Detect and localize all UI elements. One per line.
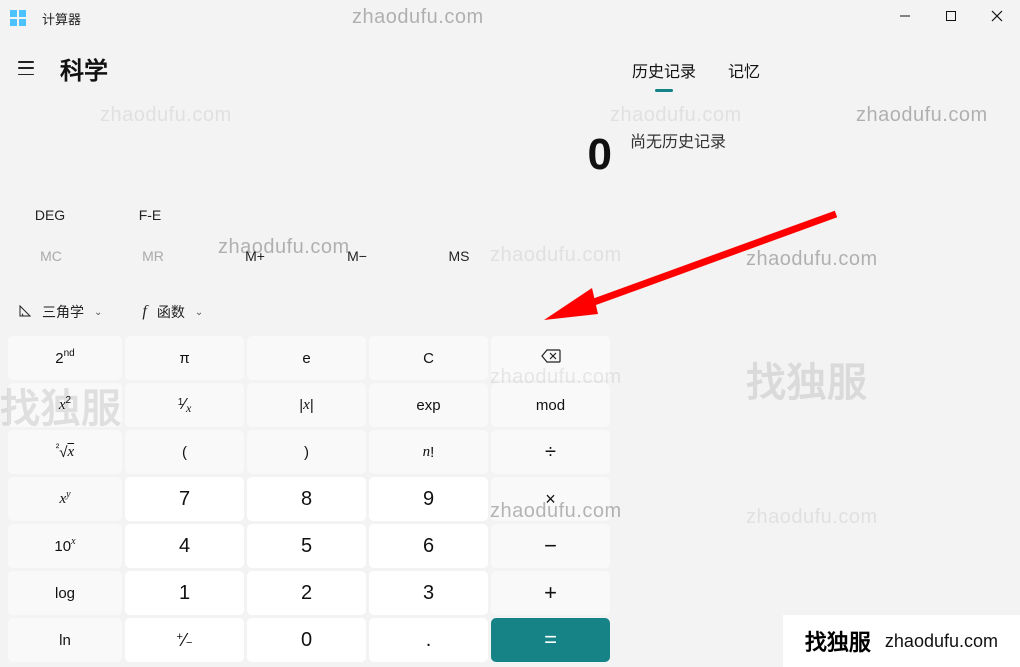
function-icon: f xyxy=(142,303,146,321)
right-panel-tabs: 历史记录 记忆 xyxy=(630,52,1010,88)
ms-button[interactable]: MS xyxy=(408,236,510,276)
digit-7-button[interactable]: 7 xyxy=(125,477,244,521)
mod-button[interactable]: mod xyxy=(491,383,610,427)
pi-button[interactable]: π xyxy=(125,336,244,380)
minimize-button[interactable] xyxy=(882,0,928,32)
window-title: 计算器 xyxy=(42,9,81,28)
exp-button[interactable]: exp xyxy=(369,383,488,427)
digit-9-button[interactable]: 9 xyxy=(369,477,488,521)
result-display: 0 xyxy=(552,130,612,180)
angle-icon xyxy=(18,304,32,321)
app-icon xyxy=(10,10,26,26)
tab-history[interactable]: 历史记录 xyxy=(630,52,698,88)
backspace-icon xyxy=(541,349,561,367)
abs-button[interactable]: |x| xyxy=(247,383,366,427)
negate-button[interactable]: +⁄− xyxy=(125,618,244,662)
reciprocal-button[interactable]: 1⁄x xyxy=(125,383,244,427)
subtract-button[interactable]: − xyxy=(491,524,610,568)
backspace-button[interactable] xyxy=(491,336,610,380)
rparen-button[interactable]: ) xyxy=(247,430,366,474)
keypad: 2nd π e C x2 1⁄x |x| exp mod ²√x ( ) n! … xyxy=(8,336,616,662)
mr-button[interactable]: MR xyxy=(102,236,204,276)
memory-row: MC MR M+ M− MS xyxy=(0,236,616,276)
watermark-brand: 找独服 xyxy=(746,350,868,408)
digit-0-button[interactable]: 0 xyxy=(247,618,366,662)
trig-dropdown[interactable]: 三角学 ⌄ xyxy=(10,298,110,326)
digit-4-button[interactable]: 4 xyxy=(125,524,244,568)
digit-8-button[interactable]: 8 xyxy=(247,477,366,521)
chevron-down-icon: ⌄ xyxy=(94,307,102,318)
title-bar: 计算器 xyxy=(0,0,1020,36)
function-label: 函数 xyxy=(157,302,185,322)
angle-mode-row: DEG F-E xyxy=(0,196,616,234)
brand-box: 找独服 zhaodufu.com xyxy=(783,615,1020,667)
deg-button[interactable]: DEG xyxy=(0,196,100,234)
factorial-button[interactable]: n! xyxy=(369,430,488,474)
tab-memory[interactable]: 记忆 xyxy=(726,52,762,88)
add-button[interactable]: + xyxy=(491,571,610,615)
sqrt-button[interactable]: ²√x xyxy=(8,430,122,474)
right-panel: 历史记录 记忆 尚无历史记录 xyxy=(630,52,1010,152)
digit-3-button[interactable]: 3 xyxy=(369,571,488,615)
log-button[interactable]: log xyxy=(8,571,122,615)
lparen-button[interactable]: ( xyxy=(125,430,244,474)
chevron-down-icon: ⌄ xyxy=(195,307,203,318)
window-controls xyxy=(882,0,1020,32)
close-button[interactable] xyxy=(974,0,1020,32)
fe-button[interactable]: F-E xyxy=(100,196,200,234)
expression-display xyxy=(412,100,612,118)
hamburger-icon[interactable] xyxy=(18,58,38,78)
digit-6-button[interactable]: 6 xyxy=(369,524,488,568)
watermark: zhaodufu.com xyxy=(100,104,232,127)
brand-cn: 找独服 xyxy=(805,625,871,657)
mplus-button[interactable]: M+ xyxy=(204,236,306,276)
history-empty-message: 尚无历史记录 xyxy=(630,128,1010,152)
decimal-button[interactable]: . xyxy=(369,618,488,662)
watermark: zhaodufu.com xyxy=(746,506,878,529)
function-dropdowns: 三角学 ⌄ f 函数 ⌄ xyxy=(10,292,610,332)
e-button[interactable]: e xyxy=(247,336,366,380)
mode-title: 科学 xyxy=(60,51,108,86)
digit-1-button[interactable]: 1 xyxy=(125,571,244,615)
clear-button[interactable]: C xyxy=(369,336,488,380)
mminus-button[interactable]: M− xyxy=(306,236,408,276)
ten-power-button[interactable]: 10x xyxy=(8,524,122,568)
mc-button[interactable]: MC xyxy=(0,236,102,276)
brand-en: zhaodufu.com xyxy=(885,631,998,652)
maximize-button[interactable] xyxy=(928,0,974,32)
digit-5-button[interactable]: 5 xyxy=(247,524,366,568)
function-dropdown[interactable]: f 函数 ⌄ xyxy=(134,298,211,326)
trig-label: 三角学 xyxy=(42,302,84,322)
power-button[interactable]: xy xyxy=(8,477,122,521)
divide-button[interactable]: ÷ xyxy=(491,430,610,474)
second-button[interactable]: 2nd xyxy=(8,336,122,380)
digit-2-button[interactable]: 2 xyxy=(247,571,366,615)
equals-button[interactable]: = xyxy=(491,618,610,662)
square-button[interactable]: x2 xyxy=(8,383,122,427)
multiply-button[interactable]: × xyxy=(491,477,610,521)
watermark: zhaodufu.com xyxy=(746,248,878,271)
ln-button[interactable]: ln xyxy=(8,618,122,662)
